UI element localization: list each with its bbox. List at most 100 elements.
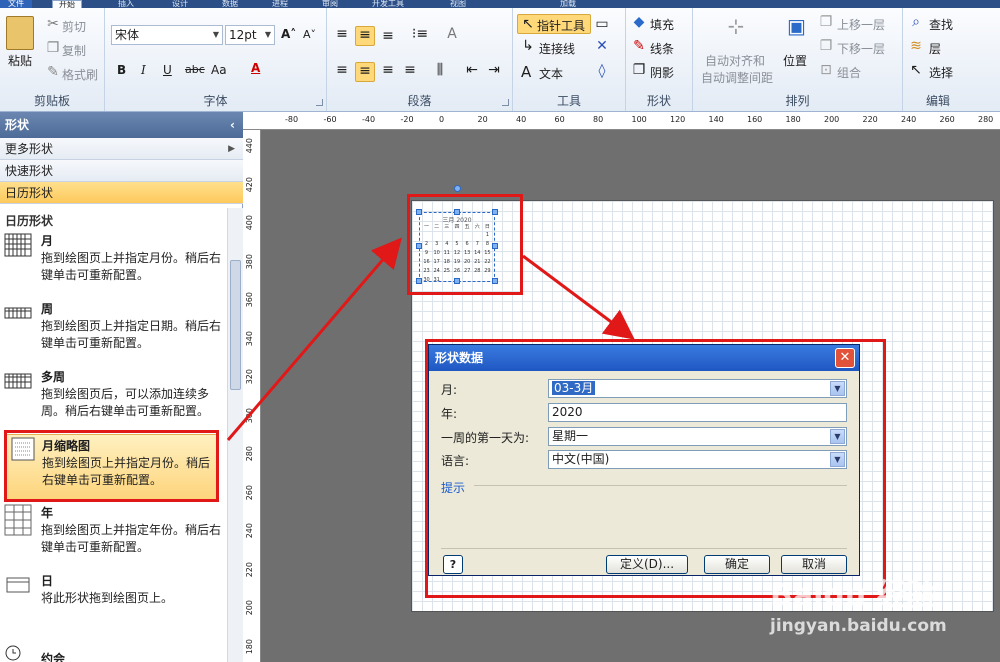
rotation-handle[interactable] — [454, 185, 461, 192]
connection-point-icon[interactable]: ◊ — [593, 63, 611, 81]
decrease-indent-icon[interactable]: ⇤ — [463, 62, 481, 80]
bullets-icon[interactable]: ⁝≡ — [411, 26, 429, 44]
shape-year[interactable]: 年 拖到绘图页上并指定年份。稍后右键单击可重新配置。 — [0, 504, 227, 568]
strikethrough-button[interactable]: abc — [185, 63, 205, 76]
define-button[interactable]: 定义(D)... — [606, 555, 688, 574]
cut-button[interactable]: 剪切 — [62, 18, 86, 35]
shape-month[interactable]: 月 拖到绘图页上并指定月份。稍后右键单击可重新配置。 — [0, 232, 227, 296]
text-tool-button[interactable]: 文本 — [539, 65, 563, 82]
line-button[interactable]: 线条 — [650, 40, 674, 57]
shape-week[interactable]: 周 拖到绘图页上并指定日期。稍后右键单击可重新配置。 — [0, 300, 227, 364]
shrink-font-button[interactable]: A˅ — [303, 28, 316, 41]
nav-more-shapes[interactable]: 更多形状 ▶ — [0, 138, 243, 160]
nav-calendar-shapes[interactable]: 日历形状 — [0, 182, 243, 204]
paste-icon[interactable] — [6, 16, 34, 50]
text-direction-icon[interactable]: A — [443, 26, 461, 44]
bring-forward-button[interactable]: 上移一层 — [837, 16, 885, 33]
align-shapes-icon: ⊹ — [727, 14, 745, 38]
group-title-edit: 编辑 — [925, 94, 950, 108]
shape-name: 周 — [41, 302, 54, 316]
underline-button[interactable]: U — [163, 63, 172, 77]
send-backward-button[interactable]: 下移一层 — [837, 40, 885, 57]
font-size-combo[interactable]: 12pt ▼ — [225, 25, 275, 45]
nav-quick-shapes[interactable]: 快速形状 — [0, 160, 243, 182]
nav-more-shapes-label: 更多形状 — [5, 142, 54, 156]
annotation-box-shape — [407, 194, 523, 295]
shape-desc: 拖到绘图页后，可以添加连续多周。稍后右键单击可重新配置。 — [41, 387, 210, 418]
shape-multiweek[interactable]: 多周 拖到绘图页后，可以添加连续多周。稍后右键单击可重新配置。 — [0, 368, 227, 432]
tab-design[interactable]: 设计 — [172, 0, 188, 8]
format-painter-button[interactable]: 格式刷 — [62, 66, 98, 83]
close-button[interactable]: ✕ — [835, 348, 855, 368]
align-right-icon[interactable]: ≡ — [379, 62, 397, 80]
ruler-tick: 60 — [554, 115, 565, 124]
collapse-icon[interactable]: ‹ — [230, 112, 235, 138]
group-title-clipboard: 剪贴板 — [33, 94, 70, 108]
grow-font-button[interactable]: A˄ — [281, 27, 296, 41]
auto-align-button[interactable]: 自动对齐和 — [705, 52, 765, 69]
language-select[interactable]: 中文(中国) ▼ — [548, 450, 847, 469]
paragraph-dialog-launcher[interactable] — [502, 99, 509, 106]
distribute-icon[interactable]: ⫼ — [431, 62, 449, 80]
group-title-font: 字体 — [203, 94, 228, 108]
connector-button[interactable]: 连接线 — [539, 40, 575, 57]
align-bottom-icon[interactable]: ≡ — [379, 28, 397, 46]
font-name-combo[interactable]: 宋体 ▼ — [111, 25, 223, 45]
fill-button[interactable]: 填充 — [650, 16, 674, 33]
x-icon[interactable]: ✕ — [593, 38, 611, 56]
font-color-button[interactable]: A — [251, 61, 260, 75]
increase-indent-icon[interactable]: ⇥ — [485, 62, 503, 80]
layers-button[interactable]: 层 — [929, 40, 941, 57]
align-top-icon[interactable]: ≡ — [333, 26, 351, 44]
panel-scrollbar[interactable] — [227, 208, 243, 662]
week-start-select[interactable]: 星期一 ▼ — [548, 427, 847, 446]
rectangle-icon[interactable]: ▭ — [593, 16, 611, 34]
italic-button[interactable]: I — [141, 63, 146, 77]
align-middle-icon[interactable]: ≡ — [355, 26, 375, 46]
shape-appointment[interactable]: 约会 — [0, 638, 227, 662]
tab-process[interactable]: 进程 — [272, 0, 288, 8]
align-left-icon[interactable]: ≡ — [333, 62, 351, 80]
tab-view[interactable]: 视图 — [450, 0, 466, 8]
copy-button[interactable]: 复制 — [62, 42, 86, 59]
tab-developer[interactable]: 开发工具 — [372, 0, 404, 8]
shadow-button[interactable]: 阴影 — [650, 64, 674, 81]
align-center-icon[interactable]: ≡ — [355, 62, 375, 82]
change-case-button[interactable]: Aa — [211, 63, 227, 77]
scrollbar-thumb[interactable] — [230, 260, 241, 390]
copy-icon: ❐ — [46, 40, 60, 56]
paste-button[interactable]: 粘贴 — [8, 52, 32, 69]
binoculars-icon: ⌕ — [912, 14, 920, 30]
help-button[interactable]: ? — [443, 555, 463, 574]
select-button[interactable]: 选择 — [929, 64, 953, 81]
position-button[interactable]: 位置 — [783, 52, 807, 69]
tab-review[interactable]: 审阅 — [322, 0, 338, 8]
chevron-down-icon[interactable]: ▼ — [830, 452, 845, 467]
ruler-tick: 120 — [670, 115, 686, 124]
line-icon: ✎ — [633, 38, 645, 54]
group-button[interactable]: 组合 — [837, 64, 861, 81]
tab-insert[interactable]: 插入 — [118, 0, 134, 8]
chevron-down-icon[interactable]: ▼ — [830, 429, 845, 444]
bold-button[interactable]: B — [117, 63, 126, 77]
chevron-down-icon[interactable]: ▼ — [830, 381, 845, 396]
year-label: 年: — [441, 407, 458, 421]
find-button[interactable]: 查找 — [929, 16, 953, 33]
tab-home[interactable]: 开始 — [52, 0, 82, 8]
tab-data[interactable]: 数据 — [222, 0, 238, 8]
ruler-tick: 420 — [245, 176, 254, 192]
group-paragraph: ≡ ≡ ≡ ⁝≡ A ≡ ≡ ≡ ≡ ⫼ ⇤ ⇥ 段落 — [327, 8, 513, 111]
font-dialog-launcher[interactable] — [316, 99, 323, 106]
week-start-value: 星期一 — [552, 429, 589, 443]
month-label: 月: — [441, 383, 458, 397]
shapes-panel-title: 形状 — [5, 118, 30, 132]
year-input[interactable]: 2020 — [548, 403, 847, 422]
shape-day[interactable]: 日 将此形状拖到绘图页上。 — [0, 572, 227, 636]
justify-icon[interactable]: ≡ — [401, 62, 419, 80]
tab-file[interactable]: 文件 — [0, 0, 32, 8]
tab-addins[interactable]: 加载 — [560, 0, 576, 8]
shadow-icon: ❐ — [632, 62, 646, 78]
ruler-tick: 160 — [747, 115, 763, 124]
group-shape: ◆ 填充 ✎ 线条 ❐ 阴影 形状 — [626, 8, 693, 111]
month-select[interactable]: 03-3月 ▼ — [548, 379, 847, 398]
